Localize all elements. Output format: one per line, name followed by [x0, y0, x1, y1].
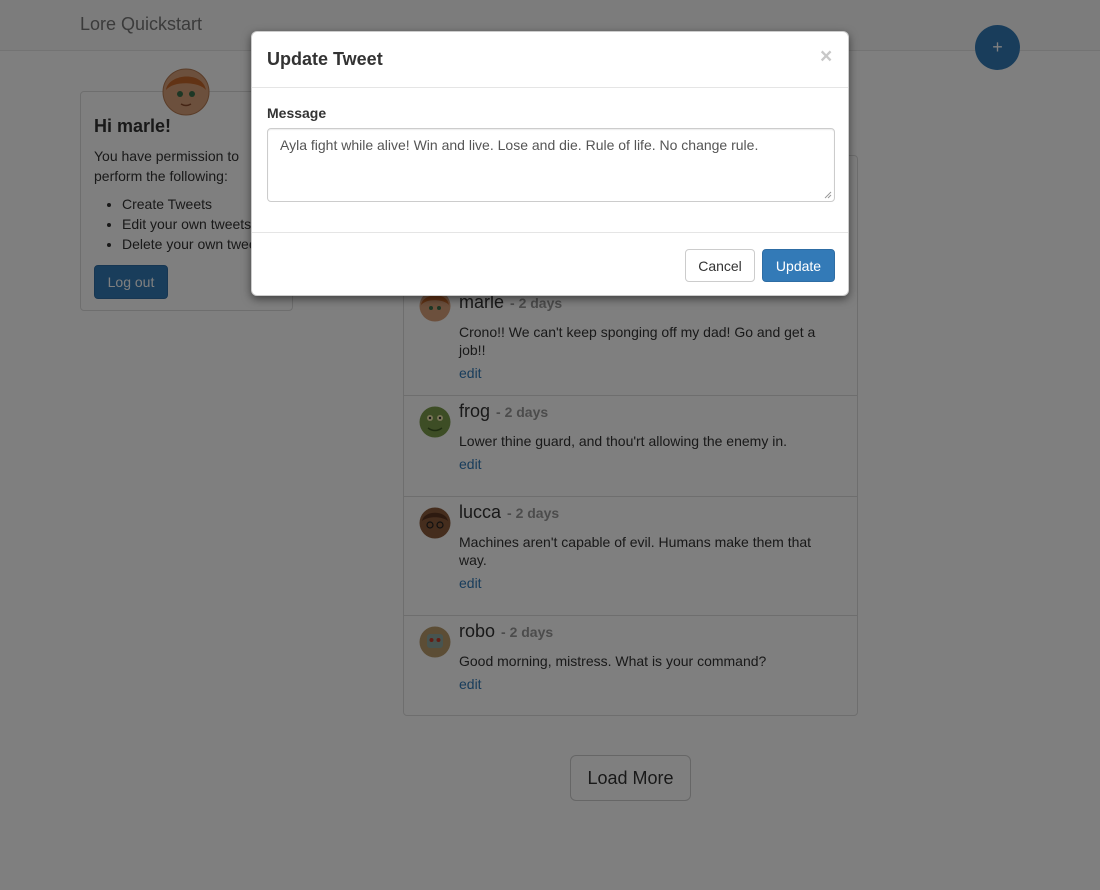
- message-label: Message: [267, 105, 327, 121]
- close-icon[interactable]: ×: [820, 46, 832, 67]
- modal-title: Update Tweet: [267, 49, 383, 69]
- modal-header: Update Tweet ×: [252, 32, 848, 88]
- modal-footer: Cancel Update: [252, 232, 848, 295]
- update-button[interactable]: Update: [762, 249, 835, 282]
- message-value: Ayla fight while alive! Win and live. Lo…: [280, 137, 759, 153]
- message-textarea[interactable]: Ayla fight while alive! Win and live. Lo…: [267, 128, 835, 202]
- cancel-button[interactable]: Cancel: [685, 249, 755, 282]
- update-tweet-modal: Update Tweet × Message Ayla fight while …: [251, 31, 849, 296]
- resize-handle-icon[interactable]: [824, 191, 832, 199]
